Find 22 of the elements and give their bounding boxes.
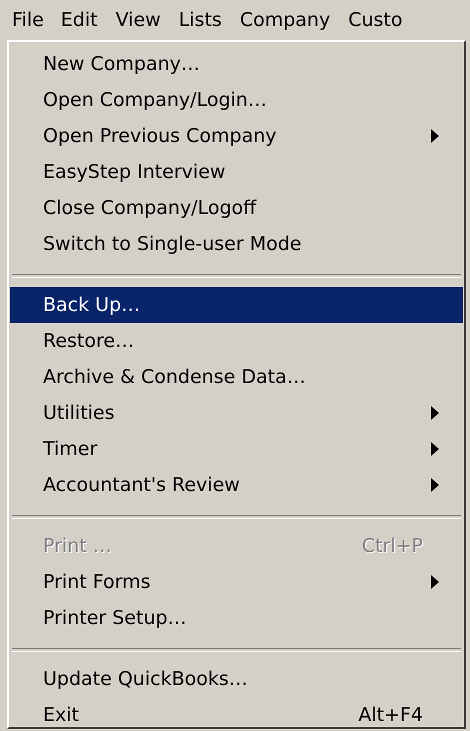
menu-item[interactable]: Timer — [10, 431, 463, 467]
menu-item[interactable]: Close Company/Logoff — [10, 190, 463, 226]
menu-item[interactable]: Open Company/Login… — [10, 82, 463, 118]
menu-item[interactable]: Open Previous Company — [10, 118, 463, 154]
menu-title[interactable]: View — [106, 4, 170, 36]
menu-item[interactable]: Archive & Condense Data… — [10, 359, 463, 395]
menu-title[interactable]: Custo — [339, 4, 412, 36]
menu-title[interactable]: Company — [230, 4, 340, 36]
menu-title[interactable]: Lists — [170, 4, 231, 36]
menu-title[interactable]: Edit — [52, 4, 107, 36]
menu-item[interactable]: Restore… — [10, 323, 463, 359]
menu-item[interactable]: Print Forms — [10, 564, 463, 600]
menu-item[interactable]: Update QuickBooks… — [10, 661, 463, 697]
menu-item[interactable]: EasyStep Interview — [10, 154, 463, 190]
menu-item[interactable]: New Company… — [10, 46, 463, 82]
menu-item[interactable]: Printer Setup… — [10, 600, 463, 636]
menu-title[interactable]: File — [4, 5, 52, 35]
menu-item[interactable]: Switch to Single-user Mode — [10, 226, 463, 262]
menu-item[interactable]: Exit Alt+F4 — [10, 697, 463, 731]
menu-item[interactable]: Utilities — [10, 395, 463, 431]
menu-item[interactable]: Accountant's Review — [10, 467, 463, 503]
menu-item[interactable]: Back Up… — [10, 287, 463, 323]
